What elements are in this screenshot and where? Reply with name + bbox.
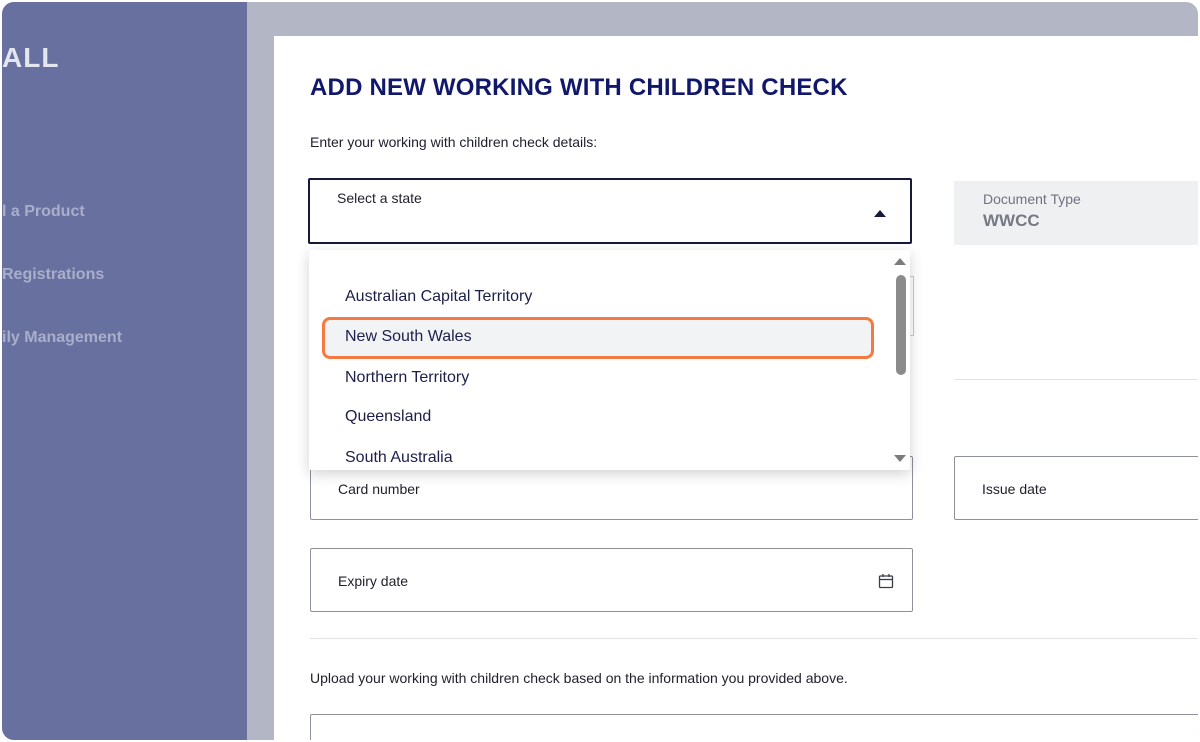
option-queensland[interactable]: Queensland (345, 408, 431, 426)
upload-area[interactable] (310, 714, 1198, 740)
option-northern-territory[interactable]: Northern Territory (345, 369, 469, 387)
option-new-south-wales[interactable]: New South Wales (345, 328, 472, 346)
expiry-date-label: Expiry date (338, 573, 409, 589)
issue-date-field[interactable]: Issue date (954, 456, 1198, 520)
sidebar-item-registrations[interactable]: Registrations (2, 266, 104, 284)
sidebar-item-add-product[interactable]: l a Product (2, 203, 85, 221)
card-number-label: Card number (338, 481, 420, 497)
intro-text: Enter your working with children check d… (310, 134, 598, 150)
option-australian-capital-territory[interactable]: Australian Capital Territory (345, 288, 532, 306)
section-divider (310, 638, 1198, 639)
scroll-thumb[interactable] (896, 275, 906, 375)
expiry-date-field[interactable]: Expiry date (310, 548, 913, 612)
chevron-up-icon (874, 210, 886, 217)
page-title: ADD NEW WORKING WITH CHILDREN CHECK (310, 74, 848, 101)
option-south-australia[interactable]: South Australia (345, 449, 453, 467)
divider (954, 379, 1198, 380)
document-type-label: Document Type (983, 191, 1081, 207)
scroll-up-arrow-icon[interactable] (894, 258, 906, 265)
sidebar: ALL l a Product Registrations ily Manage… (2, 2, 247, 740)
document-type-value: WWCC (983, 211, 1040, 230)
issue-date-label: Issue date (982, 481, 1047, 497)
upload-instruction: Upload your working with children check … (310, 670, 848, 686)
state-select-label: Select a state (337, 190, 422, 206)
dropdown-scrollbar[interactable] (890, 250, 910, 470)
document-type-field: Document Type WWCC (954, 181, 1198, 245)
state-select[interactable]: Select a state (308, 178, 912, 244)
brand-logo-text: ALL (2, 42, 60, 73)
calendar-icon[interactable] (878, 573, 894, 589)
sidebar-item-family-management[interactable]: ily Management (2, 329, 122, 347)
scroll-down-arrow-icon[interactable] (894, 455, 906, 462)
state-dropdown-list: Australian Capital Territory New South W… (309, 250, 910, 470)
